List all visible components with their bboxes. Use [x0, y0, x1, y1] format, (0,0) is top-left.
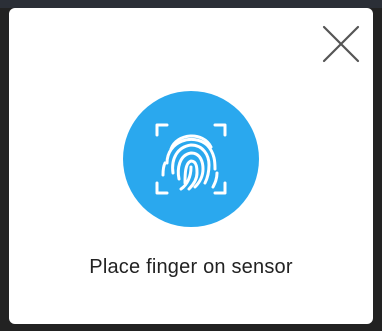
prompt-text: Place finger on sensor	[89, 256, 293, 278]
fingerprint-dialog: Place finger on sensor	[9, 8, 373, 324]
screen: Place finger on sensor	[0, 0, 382, 331]
close-button[interactable]	[321, 24, 361, 64]
fingerprint-icon	[155, 123, 227, 195]
fingerprint-sensor	[123, 91, 259, 227]
top-bar	[0, 0, 382, 8]
close-icon[interactable]	[321, 24, 361, 64]
